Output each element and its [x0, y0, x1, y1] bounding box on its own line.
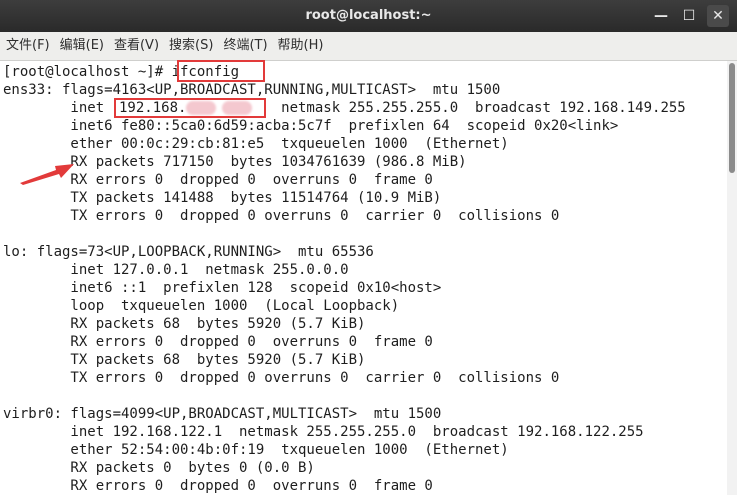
output-line: TX errors 0 dropped 0 overruns 0 carrier…: [3, 370, 560, 386]
menu-terminal[interactable]: 终端(T): [219, 32, 271, 60]
shell-prompt: [root@localhost ~]#: [3, 64, 172, 80]
output-line: ens33: flags=4163<UP,BROADCAST,RUNNING,M…: [3, 82, 501, 98]
close-icon[interactable]: ✕: [707, 5, 729, 27]
scrollbar-thumb[interactable]: [729, 63, 735, 173]
menu-file[interactable]: 文件(F): [2, 32, 54, 60]
terminal-output[interactable]: [root@localhost ~]# ifconfig ens33: flag…: [0, 60, 727, 495]
minimize-icon[interactable]: —: [650, 5, 672, 27]
output-line: inet 192.168.122.1 netmask 255.255.255.0…: [3, 424, 644, 440]
output-line: RX errors 0 dropped 0 overruns 0 frame 0: [3, 478, 433, 494]
output-line: inet 127.0.0.1 netmask 255.0.0.0: [3, 262, 349, 278]
output-line: RX packets 0 bytes 0 (0.0 B): [3, 460, 315, 476]
output-line: RX errors 0 dropped 0 overruns 0 frame 0: [3, 334, 433, 350]
output-line: loop txqueuelen 1000 (Local Loopback): [3, 298, 400, 314]
menu-bar: 文件(F) 编辑(E) 查看(V) 搜索(S) 终端(T) 帮助(H): [0, 32, 737, 61]
window-title: root@localhost:~: [305, 8, 432, 23]
red-arrow-annotation-icon: [20, 164, 74, 185]
output-line: ether 00:0c:29:cb:81:e5 txqueuelen 1000 …: [3, 136, 509, 152]
title-bar[interactable]: root@localhost:~ — ☐ ✕: [0, 0, 737, 32]
ip-highlight-box: [114, 98, 266, 118]
output-line: virbr0: flags=4099<UP,BROADCAST,MULTICAS…: [3, 406, 442, 422]
output-line: inet netmask 255.255.255.0 broadcast 192…: [3, 100, 686, 116]
output-line: inet6 ::1 prefixlen 128 scopeid 0x10<hos…: [3, 280, 442, 296]
menu-view[interactable]: 查看(V): [110, 32, 163, 60]
output-line: TX packets 68 bytes 5920 (5.7 KiB): [3, 352, 366, 368]
output-line: TX errors 0 dropped 0 overruns 0 carrier…: [3, 208, 560, 224]
menu-search[interactable]: 搜索(S): [165, 32, 217, 60]
vertical-scrollbar[interactable]: [727, 61, 737, 495]
menu-help[interactable]: 帮助(H): [274, 32, 328, 60]
maximize-icon[interactable]: ☐: [678, 5, 700, 27]
output-line: lo: flags=73<UP,LOOPBACK,RUNNING> mtu 65…: [3, 244, 374, 260]
command-highlight-box: [177, 60, 265, 82]
output-line: ether 52:54:00:4b:0f:19 txqueuelen 1000 …: [3, 442, 509, 458]
output-line: TX packets 141488 bytes 11514764 (10.9 M…: [3, 190, 442, 206]
menu-edit[interactable]: 编辑(E): [56, 32, 108, 60]
terminal-window: root@localhost:~ — ☐ ✕ 文件(F) 编辑(E) 查看(V)…: [0, 0, 737, 495]
output-line: RX packets 68 bytes 5920 (5.7 KiB): [3, 316, 366, 332]
output-line: inet6 fe80::5ca0:6d59:acba:5c7f prefixle…: [3, 118, 619, 134]
